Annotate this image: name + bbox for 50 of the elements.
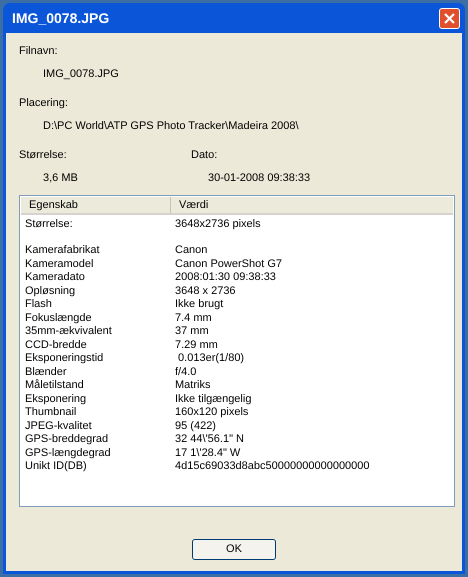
table-cell-text: JPEG-kvalitet — [24, 418, 93, 434]
table-cell-text: 32 44\'56.1" N — [174, 432, 244, 447]
table-cell-text: 7.29 mm — [174, 338, 218, 352]
field-label: Placering: — [19, 96, 69, 111]
table-cell-text: 0.013er(1/80) — [177, 351, 244, 366]
table-cell-text: Matriks — [174, 378, 210, 393]
field-label: Dato: — [191, 148, 218, 163]
table-cell-text: 3648 x 2736 — [174, 284, 236, 298]
table-cell-text: Kamerafabrikat — [24, 243, 101, 258]
table-cell-text: Opløsning — [24, 284, 76, 298]
table-cell-text: Størrelse: — [24, 216, 74, 232]
table-cell-text: f/4.0 — [174, 364, 196, 380]
table-cell-text: 2008:01:30 09:38:33 — [174, 270, 276, 285]
close-icon — [444, 12, 455, 24]
table-cell-text: 3648x2736 pixels — [174, 216, 261, 232]
field-label: Størrelse: — [19, 148, 68, 163]
close-button[interactable] — [439, 8, 460, 28]
table-cell-text: 35mm-ækvivalent — [24, 324, 113, 339]
table-cell-text: Eksponering — [24, 392, 88, 406]
ok-button[interactable]: OK — [192, 539, 276, 560]
table-cell-text: Thumbnail — [24, 405, 78, 420]
table-cell-text: 7.4 mm — [174, 310, 212, 326]
table-cell-text: 4d15c69033d8abc50000000000000000 — [174, 459, 370, 474]
field-value: D:\PC World\ATP GPS Photo Tracker\Madeira 2008\ — [42, 118, 300, 134]
table-cell-text: Blænder — [24, 364, 68, 379]
table-cell-text: Kameramodel — [24, 256, 94, 272]
table-cell-text: Flash — [24, 297, 53, 312]
field-value: 3,6 MB — [42, 170, 79, 186]
column-header[interactable]: Værdi — [171, 197, 453, 213]
table-cell-text: 95 (422) — [174, 418, 216, 434]
table-cell-text: Canon — [174, 243, 208, 258]
table-cell-text: Eksponeringstid — [24, 351, 104, 366]
table-cell-text: 37 mm — [174, 324, 209, 339]
table-cell-text: Canon PowerShot G7 — [174, 256, 282, 272]
table-cell-text: Kameradato — [24, 270, 86, 285]
column-header[interactable]: Egenskab — [21, 197, 171, 213]
table-cell-text: Fokuslængde — [24, 310, 93, 326]
table-cell-text: Ikke tilgængelig — [174, 392, 252, 406]
table-cell-text: GPS-længdegrad — [24, 446, 112, 460]
window-title: IMG_0078.JPG — [12, 8, 110, 28]
table-cell-text: Måletilstand — [24, 378, 85, 393]
field-value: IMG_0078.JPG — [42, 66, 120, 82]
field-label: Filnavn: — [19, 44, 59, 59]
table-cell-text: 160x120 pixels — [174, 405, 248, 420]
table-cell-text: Unikt ID(DB) — [24, 459, 88, 474]
table-cell-text: 17 1\'28.4" W — [174, 446, 240, 460]
field-value: 30-01-2008 09:38:33 — [207, 170, 310, 186]
table-cell-text: Ikke brugt — [174, 297, 224, 312]
table-cell-text: CCD-bredde — [24, 338, 88, 352]
table-cell-text: GPS-breddegrad — [24, 432, 110, 447]
